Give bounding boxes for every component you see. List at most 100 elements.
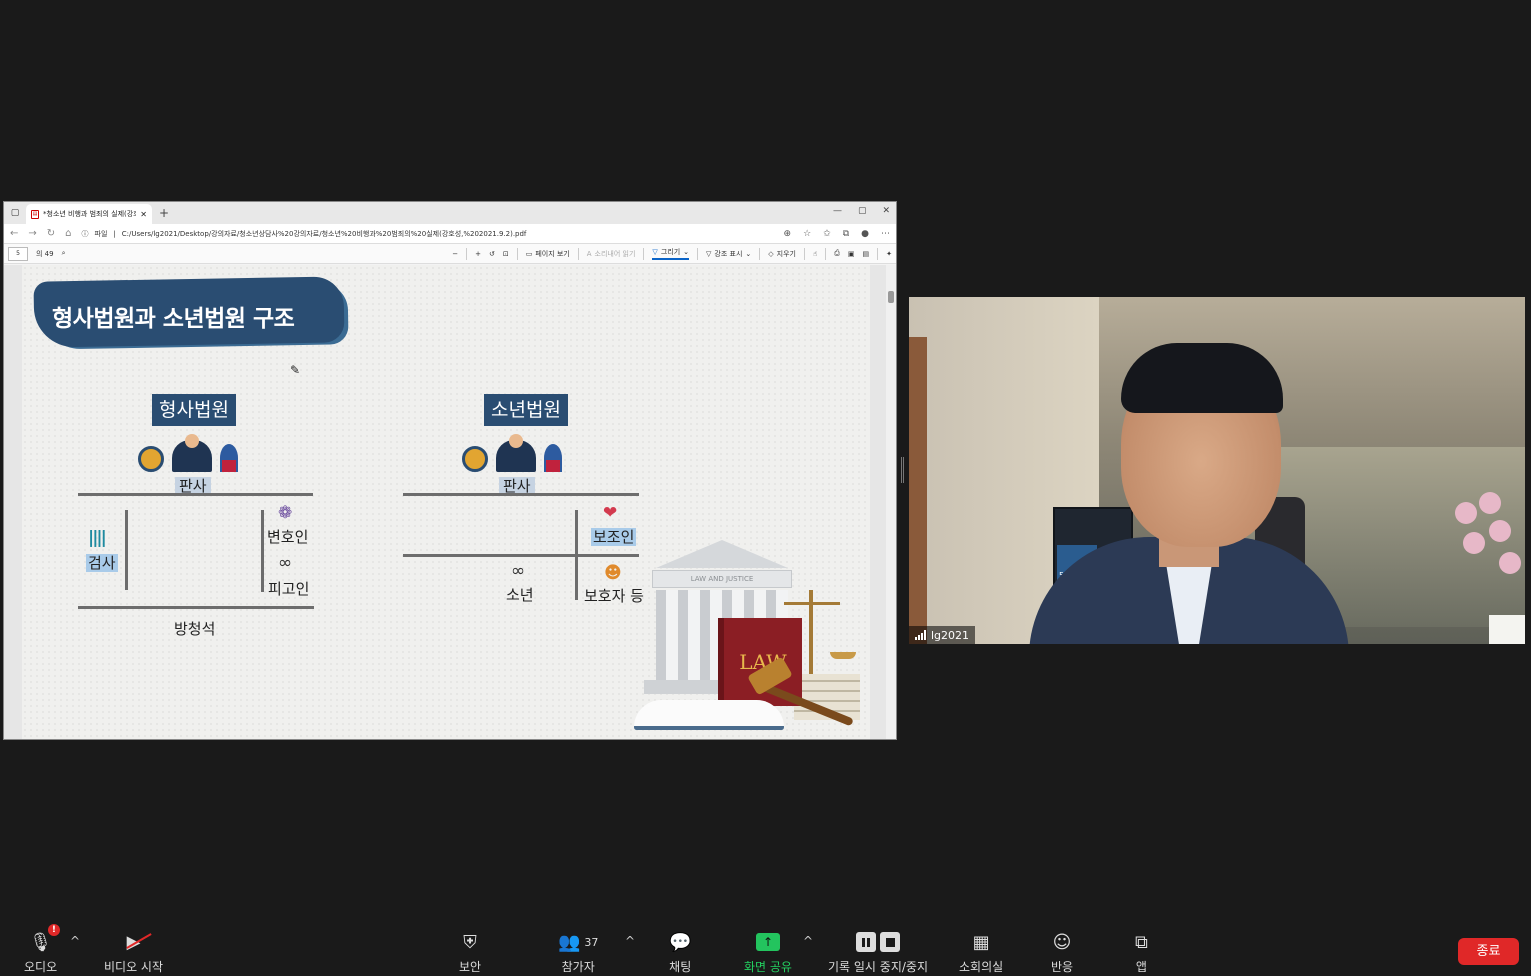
zoom-out-icon[interactable]: − (452, 250, 458, 258)
save-icon[interactable]: ▣ (848, 250, 855, 258)
juvenile-bench-line (403, 493, 639, 496)
gallery-label: 방청석 (174, 620, 216, 638)
juvenile-middle-line (403, 554, 639, 557)
pdf-scrollbar[interactable] (886, 265, 896, 739)
participant-video[interactable]: 5:24 lg2021 (909, 297, 1525, 644)
video-start-label: 비디오 시작 (104, 960, 164, 974)
pdf-toolbar: 5 의 49 ⌕ − + ↺ ⊡ ▭ 페이지 보기 A 소리내어 읽기 ▽ 그리기 ⌄ … (4, 244, 896, 264)
draw-icon: ▽ (652, 248, 658, 256)
pdf-search-icon[interactable]: ⌕ (62, 249, 66, 258)
page-view-icon: ▭ (525, 249, 533, 258)
forward-icon[interactable]: → (28, 228, 36, 239)
zoom-icon[interactable]: ⊕ (784, 229, 792, 239)
shield-icon: ⛨ (463, 931, 477, 953)
print-icon[interactable]: ⎙ (834, 249, 840, 258)
browser-actions: ⊕ ☆ ✩ ⧉ ● ⋯ (784, 229, 890, 239)
close-window-icon[interactable]: ✕ (882, 206, 890, 216)
criminal-left-line (125, 510, 128, 590)
audio-label: 오디오 (24, 960, 58, 974)
profile-icon[interactable]: ● (861, 229, 869, 239)
participant-name: lg2021 (931, 628, 970, 642)
favorites-icon[interactable]: ✩ (823, 229, 831, 239)
breakout-rooms-icon: ▦ (972, 931, 990, 953)
chat-button[interactable]: 💬 채팅 (669, 930, 691, 975)
more-icon[interactable]: ⋯ (881, 229, 890, 239)
share-screen-button[interactable]: ↑ 화면 공유 (744, 930, 792, 975)
maximize-icon[interactable]: ▢ (858, 206, 867, 216)
page-view-button[interactable]: ▭ 페이지 보기 (526, 249, 570, 259)
court-emblem-icon (138, 446, 164, 472)
read-aloud-button[interactable]: A 소리내어 읽기 (587, 249, 636, 259)
browser-tabbar: ▢ ▤ *청소년 비행과 범죄의 실제(강호 ✕ + — ▢ ✕ (4, 202, 896, 224)
scale-pan-right (830, 652, 856, 659)
handcuffs-icon: ∞ (278, 553, 293, 573)
minimize-icon[interactable]: — (833, 206, 842, 216)
audio-options-chevron-icon[interactable]: ^ (70, 934, 80, 948)
orchid-flowers (1449, 492, 1525, 622)
start-video-button[interactable]: ▶ 비디오 시작 (104, 930, 163, 975)
video-door (909, 337, 927, 644)
participants-label: 참가자 (561, 960, 595, 974)
lawyer-label: 변호인 (267, 528, 309, 546)
handcuffs-icon: ∞ (511, 561, 526, 581)
url-divider: | (113, 229, 116, 238)
tab-title: *청소년 비행과 범죄의 실제(강호 (43, 210, 137, 218)
read-aloud-icon: A (586, 249, 592, 258)
info-icon: ⓘ (81, 229, 89, 238)
audio-button[interactable]: 🎙! 오디오 (24, 924, 60, 975)
highlight-label: 강조 표시 (714, 249, 743, 258)
law-illustration: LAW AND JUSTICE LAW (634, 540, 870, 739)
touch-icon[interactable]: ☝ (813, 250, 817, 258)
juvenile-label: 소년 (506, 586, 534, 604)
justice-statue-icon (544, 444, 562, 472)
chevron-down-icon[interactable]: ⌄ (683, 248, 689, 256)
back-icon[interactable]: ← (10, 228, 18, 239)
share-options-chevron-icon[interactable]: ^ (803, 934, 813, 948)
criminal-court-label: 형사법원 (152, 394, 236, 426)
page-number-input[interactable]: 5 (8, 246, 28, 261)
collections-icon[interactable]: ⧉ (843, 229, 849, 239)
breakout-rooms-button[interactable]: ▦ 소회의실 (959, 930, 1003, 975)
criminal-gallery-line (78, 606, 314, 609)
chevron-down-icon[interactable]: ⌄ (745, 250, 751, 258)
pause-icon[interactable] (856, 932, 876, 952)
highlight-button[interactable]: ▽ 강조 표시 ⌄ (706, 249, 751, 259)
draw-button[interactable]: ▽ 그리기 ⌄ (652, 247, 690, 260)
save-as-icon[interactable]: ▤ (863, 250, 870, 258)
record-button[interactable]: 기록 일시 중지/중지 (828, 930, 928, 975)
person-hair (1121, 343, 1283, 413)
lawyer-badge-icon: ❁ (278, 503, 293, 523)
pdf-icon: ▤ (31, 209, 39, 219)
breakout-label: 소회의실 (959, 960, 1004, 974)
erase-label: 지우기 (776, 249, 796, 258)
erase-button[interactable]: ◇ 지우기 (768, 249, 796, 259)
browser-tab[interactable]: ▤ *청소년 비행과 범죄의 실제(강호 ✕ (26, 204, 152, 224)
scale-bar (784, 602, 840, 605)
pin-icon[interactable]: ✦ (886, 250, 892, 258)
reactions-button[interactable]: ☺ 반응 (1051, 930, 1073, 975)
slide-title: 형사법원과 소년법원 구조 (52, 306, 295, 332)
meeting-toolbar: 🎙! 오디오 ^ ▶ 비디오 시작 ⛨ 보안 👥37 참가자 ^ 💬 채팅 ↑ … (0, 916, 1531, 976)
assistant-text: 보조인 (591, 528, 637, 546)
fit-icon[interactable]: ⊡ (503, 250, 509, 258)
address-bar: ← → ↻ ⌂ ⓘ 파일 | C:/Users/lg2021/Desktop/강… (4, 224, 896, 244)
participants-button[interactable]: 👥 37 참가자 (558, 930, 598, 975)
rotate-icon[interactable]: ↺ (489, 250, 495, 258)
favorite-add-icon[interactable]: ☆ (803, 229, 811, 239)
new-tab-button[interactable]: + (156, 206, 172, 220)
zoom-in-icon[interactable]: + (475, 250, 481, 258)
tab-actions-icon[interactable]: ▢ (4, 208, 26, 218)
refresh-icon[interactable]: ↻ (47, 228, 55, 239)
prosecutor-text: 검사 (86, 554, 118, 572)
participants-options-chevron-icon[interactable]: ^ (625, 934, 635, 948)
url-field[interactable]: ⓘ 파일 | C:/Users/lg2021/Desktop/강의자료/청소년상… (82, 229, 774, 239)
scrollbar-thumb[interactable] (888, 291, 894, 303)
security-button[interactable]: ⛨ 보안 (459, 930, 481, 975)
stop-icon[interactable] (880, 932, 900, 952)
end-meeting-button[interactable]: 종료 (1458, 938, 1519, 965)
apps-button[interactable]: ⧉ 앱 (1135, 930, 1148, 975)
close-tab-icon[interactable]: ✕ (140, 210, 147, 219)
home-icon[interactable]: ⌂ (65, 228, 71, 239)
layout-splitter-handle[interactable] (901, 457, 904, 483)
url-text: C:/Users/lg2021/Desktop/강의자료/청소년상담사%20강의… (121, 229, 527, 238)
